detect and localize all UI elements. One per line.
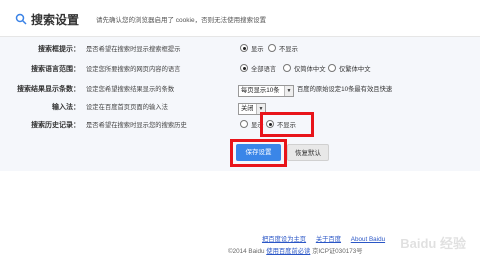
radio-icon[interactable] <box>328 64 336 73</box>
setting-desc: 设定您希望搜索结果显示的条数 <box>86 86 175 93</box>
setting-label: 输入法： <box>52 104 80 111</box>
footer-link-about[interactable]: 关于百度 <box>316 236 341 243</box>
icp-number: 京ICP证030173号 <box>312 248 363 255</box>
setting-row-suggest: 搜索框提示： 是否希望在搜索时显示搜索框提示 显示 不显示 <box>0 41 480 59</box>
suggest-option-show[interactable]: 显示 <box>240 41 264 59</box>
terms-link[interactable]: 使用百度前必读 <box>266 248 310 255</box>
setting-label: 搜索结果显示条数： <box>17 86 80 93</box>
chevron-down-icon: ▼ <box>284 86 293 96</box>
footer-link-homepage[interactable]: 把百度设为主页 <box>262 236 306 243</box>
language-option-simplified[interactable]: 仅简体中文 <box>283 61 325 79</box>
setting-desc: 设定您所要搜索的网页内容的语言 <box>86 66 181 73</box>
highlight-box-save <box>230 139 287 167</box>
radio-icon[interactable] <box>283 64 291 73</box>
setting-label: 搜索框提示： <box>38 46 80 53</box>
language-option-traditional[interactable]: 仅繁体中文 <box>328 61 370 79</box>
copyright-text: ©2014 Baidu <box>228 248 265 255</box>
reset-default-button[interactable]: 恢复默认 <box>287 144 329 161</box>
footer-links: 把百度设为主页 关于百度 About Baidu <box>262 234 393 243</box>
setting-row-language: 搜索语言范围： 设定您所要搜索的网页内容的语言 全部语言 仅简体中文 仅繁体中文 <box>0 61 480 79</box>
setting-row-history: 搜索历史记录： 是否希望在搜索时显示您的搜索历史 显示 不显示 <box>0 117 480 135</box>
watermark: Baidu 经验 <box>400 236 466 251</box>
setting-label: 搜索语言范围： <box>31 66 80 73</box>
highlight-box-history <box>260 112 314 137</box>
radio-icon[interactable] <box>240 44 248 53</box>
results-note: 百度的原始设定10条最有效且快速 <box>297 86 393 93</box>
setting-desc: 是否希望在搜索时显示您的搜索历史 <box>86 122 187 129</box>
search-settings-icon <box>15 13 27 25</box>
suggest-option-hide[interactable]: 不显示 <box>268 41 298 59</box>
setting-desc: 设定在百度首页页面的输入法 <box>86 104 168 111</box>
setting-row-input-method: 输入法： 设定在百度首页页面的输入法 关闭 ▼ <box>0 99 480 117</box>
radio-icon[interactable] <box>240 64 248 73</box>
results-count-select[interactable]: 每页显示10条 ▼ <box>238 85 294 97</box>
page-title: 搜索设置 <box>31 13 80 27</box>
radio-icon[interactable] <box>240 120 248 129</box>
setting-label: 搜索历史记录： <box>31 122 80 129</box>
title-bar: 搜索设置 请先确认您的浏览器启用了 cookie，否则无法使用搜索设置 <box>0 0 480 37</box>
copyright: ©2014 Baidu 使用百度前必读 京ICP证030173号 <box>228 246 363 255</box>
radio-icon[interactable] <box>268 44 276 53</box>
setting-row-results: 搜索结果显示条数： 设定您希望搜索结果显示的条数 每页显示10条 ▼ 百度的原始设… <box>0 81 480 99</box>
setting-desc: 是否希望在搜索时显示搜索框提示 <box>86 46 181 53</box>
footer-link-about-en[interactable]: About Baidu <box>351 236 385 243</box>
cookie-note: 请先确认您的浏览器启用了 cookie，否则无法使用搜索设置 <box>96 17 267 24</box>
language-option-all[interactable]: 全部语言 <box>240 61 276 79</box>
